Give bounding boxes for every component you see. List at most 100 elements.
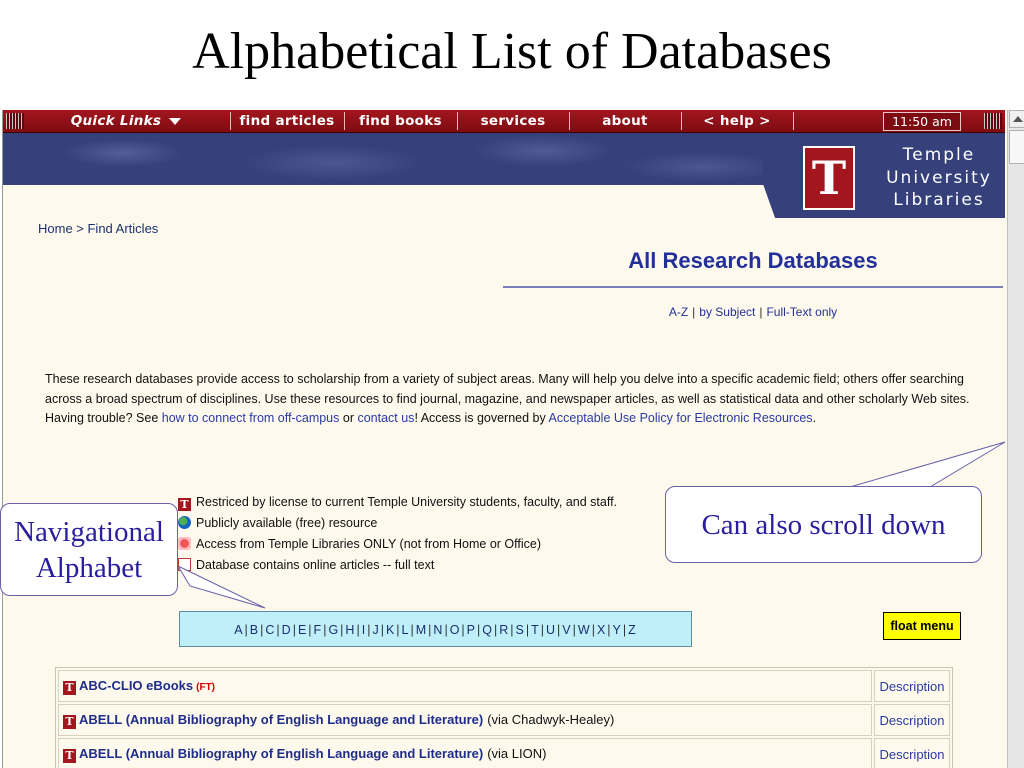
alphabet-letter-a[interactable]: A [234, 623, 243, 637]
alphabet-letter-d[interactable]: D [282, 623, 292, 637]
alphabet-letter-c[interactable]: C [265, 623, 275, 637]
restricted-t-icon: T [63, 748, 76, 763]
off-campus-link[interactable]: how to connect from off-campus [162, 411, 340, 425]
alphabet-letter-p[interactable]: P [467, 623, 476, 637]
separator: | [292, 623, 297, 637]
alphabet-letter-x[interactable]: X [597, 623, 606, 637]
intro-paragraph: These research databases provide access … [45, 370, 975, 429]
logo-text-line: Libraries [893, 190, 985, 210]
database-table: T ABC-CLIO eBooks (FT) Description T ABELL (A… [55, 667, 953, 768]
separator: | [461, 623, 466, 637]
link-by-subject[interactable]: by Subject [699, 305, 755, 319]
separator: | [260, 623, 265, 637]
separator: | [276, 623, 281, 637]
separator: | [410, 623, 415, 637]
library-only-icon [178, 537, 191, 550]
alphabet-letter-b[interactable]: B [250, 623, 259, 637]
restricted-t-icon: T [63, 714, 76, 729]
contact-us-link[interactable]: contact us [357, 411, 414, 425]
description-link[interactable]: Description [874, 704, 950, 736]
separator: | [244, 623, 249, 637]
intro-text: or [339, 411, 358, 425]
separator: | [557, 623, 562, 637]
alphabet-letter-f[interactable]: F [314, 623, 323, 637]
separator: | [367, 623, 372, 637]
alphabet-letter-u[interactable]: U [546, 623, 556, 637]
table-row: T ABC-CLIO eBooks (FT) Description [58, 670, 950, 702]
dropdown-arrow-icon [169, 117, 182, 125]
alphabet-letter-i[interactable]: I [362, 623, 366, 637]
intro-text: . [812, 411, 817, 425]
scroll-up-arrow-icon[interactable] [1009, 110, 1024, 128]
breadcrumb[interactable]: Home > Find Articles [38, 221, 158, 236]
alphabet-letter-k[interactable]: K [386, 623, 395, 637]
link-full-text-only[interactable]: Full-Text only [766, 305, 837, 319]
grip-handle-icon[interactable] [6, 113, 24, 129]
page-heading: All Research Databases [628, 248, 878, 273]
alphabet-letter-q[interactable]: Q [482, 623, 493, 637]
intro-text: ! Access is governed by [414, 411, 549, 425]
library-name-logo[interactable]: Temple University Libraries [879, 144, 999, 212]
separator: | [308, 623, 313, 637]
scroll-down-callout: Can also scroll down [665, 486, 982, 563]
database-link[interactable]: ABELL (Annual Bibliography of English La… [79, 746, 483, 761]
alphabet-letter-w[interactable]: W [578, 623, 591, 637]
full-text-badge: (FT) [196, 681, 216, 693]
alphabet-letter-o[interactable]: O [450, 623, 461, 637]
separator: | [428, 623, 433, 637]
link-a-z[interactable]: A-Z [669, 305, 688, 319]
database-cell: T ABELL (Annual Bibliography of English L… [58, 704, 872, 736]
nav-about[interactable]: about [570, 110, 680, 132]
alphabet-letter-g[interactable]: G [328, 623, 339, 637]
alphabet-letter-y[interactable]: Y [613, 623, 622, 637]
legend-label: Database contains online articles -- ful… [196, 558, 435, 572]
separator: | [494, 623, 499, 637]
separator: | [396, 623, 401, 637]
vertical-scrollbar[interactable] [1007, 110, 1024, 768]
nav-find-articles[interactable]: find articles [231, 110, 343, 132]
alphabet-letter-m[interactable]: M [416, 623, 427, 637]
alphabet-letter-h[interactable]: H [345, 623, 355, 637]
alphabet-letter-s[interactable]: S [516, 623, 525, 637]
float-menu-button[interactable]: float menu [883, 612, 961, 640]
alphabet-letter-v[interactable]: V [562, 623, 571, 637]
alphabet-letter-t[interactable]: T [531, 623, 540, 637]
temple-t-logo[interactable]: T [803, 146, 855, 210]
quick-links-menu[interactable]: Quick Links [31, 110, 221, 132]
separator: | [340, 623, 345, 637]
alphabet-letter-r[interactable]: R [499, 623, 509, 637]
legend-item: Publicly available (free) resource [178, 513, 617, 534]
browser-viewport: Quick Links find articles find books ser… [2, 110, 1024, 768]
logo-text-line: Temple [902, 145, 976, 165]
nav-services[interactable]: services [458, 110, 568, 132]
scroll-thumb[interactable] [1009, 130, 1024, 164]
callout-text: Alphabet [35, 552, 143, 584]
table-row: T ABELL (Annual Bibliography of English L… [58, 704, 950, 736]
alphabet-letter-e[interactable]: E [298, 623, 307, 637]
separator: | [477, 623, 482, 637]
database-link[interactable]: ABC-CLIO eBooks [79, 678, 193, 693]
navigational-alphabet-callout: Navigational Alphabet [0, 503, 178, 596]
alphabet-letter-z[interactable]: Z [628, 623, 637, 637]
alphabet-letter-l[interactable]: L [402, 623, 410, 637]
alphabet-letter-n[interactable]: N [433, 623, 443, 637]
alphabet-letter-j[interactable]: J [372, 623, 379, 637]
slide-title: Alphabetical List of Databases [192, 23, 832, 80]
separator: | [380, 623, 385, 637]
description-link[interactable]: Description [874, 738, 950, 768]
nav-find-books[interactable]: find books [345, 110, 456, 132]
acceptable-use-policy-link[interactable]: Acceptable Use Policy for Electronic Res… [549, 411, 813, 425]
description-link[interactable]: Description [874, 670, 950, 702]
database-view-links: A-Z | by Subject | Full-Text only [503, 305, 1003, 319]
restricted-t-icon: T [63, 680, 76, 695]
database-source: (via Chadwyk-Healey) [487, 711, 615, 727]
separator: | [759, 305, 763, 319]
legend-label: Publicly available (free) resource [196, 516, 378, 530]
grip-handle-icon[interactable] [984, 113, 1002, 129]
top-navigation-bar: Quick Links find articles find books ser… [3, 110, 1005, 133]
nav-help[interactable]: < help > [682, 110, 792, 132]
separator: | [525, 623, 531, 637]
separator: | [607, 623, 612, 637]
heading-divider [503, 286, 1003, 288]
database-link[interactable]: ABELL (Annual Bibliography of English La… [79, 712, 483, 727]
